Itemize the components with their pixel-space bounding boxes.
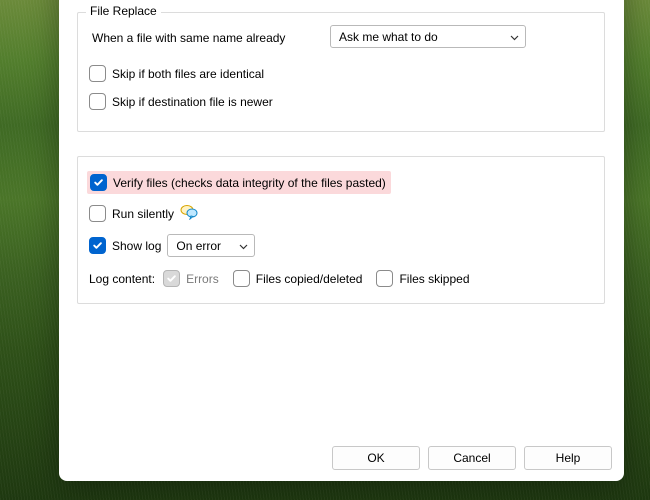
help-button[interactable]: Help (524, 446, 612, 470)
run-silently-checkbox[interactable] (89, 205, 106, 222)
show-log-value: On error (176, 239, 221, 253)
cancel-button[interactable]: Cancel (428, 446, 516, 470)
verify-files-highlight: Verify files (checks data integrity of t… (87, 171, 391, 194)
files-skipped-label: Files skipped (399, 272, 469, 286)
skip-identical-checkbox[interactable] (89, 65, 106, 82)
chat-bubble-icon (180, 204, 198, 223)
skip-identical-label: Skip if both files are identical (112, 67, 264, 81)
verify-files-checkbox[interactable] (90, 174, 107, 191)
ok-button[interactable]: OK (332, 446, 420, 470)
verify-files-label: Verify files (checks data integrity of t… (113, 176, 386, 190)
options-group: Verify files (checks data integrity of t… (77, 156, 605, 304)
same-name-label: When a file with same name already (92, 31, 285, 45)
log-content-label: Log content: (89, 272, 155, 286)
settings-dialog: File Replace When a file with same name … (59, 0, 624, 481)
show-log-select[interactable]: On error (167, 234, 255, 257)
dialog-footer: OK Cancel Help (332, 446, 612, 470)
files-copied-deleted-label: Files copied/deleted (256, 272, 363, 286)
chevron-down-icon (510, 30, 519, 44)
file-replace-legend: File Replace (86, 4, 161, 18)
same-name-action-value: Ask me what to do (339, 30, 438, 44)
show-log-checkbox[interactable] (89, 237, 106, 254)
chevron-down-icon (239, 239, 248, 253)
files-copied-deleted-checkbox[interactable] (233, 270, 250, 287)
file-replace-group: File Replace When a file with same name … (77, 12, 605, 132)
run-silently-label: Run silently (112, 207, 174, 221)
show-log-label: Show log (112, 239, 161, 253)
skip-dest-newer-checkbox[interactable] (89, 93, 106, 110)
files-skipped-checkbox[interactable] (376, 270, 393, 287)
errors-checkbox (163, 270, 180, 287)
skip-dest-newer-label: Skip if destination file is newer (112, 95, 273, 109)
errors-label: Errors (186, 272, 219, 286)
same-name-action-select[interactable]: Ask me what to do (330, 25, 526, 48)
